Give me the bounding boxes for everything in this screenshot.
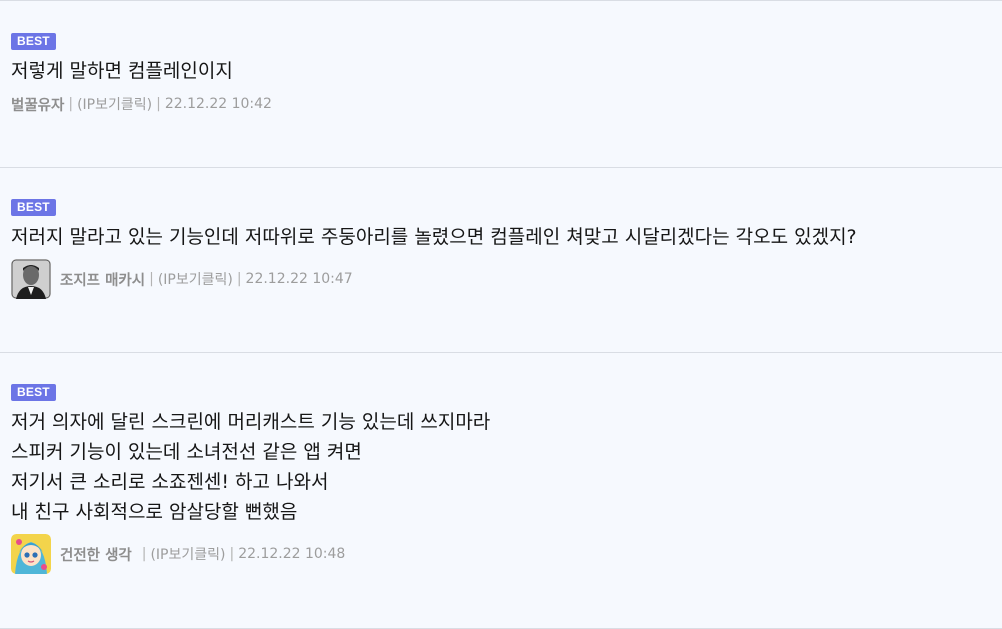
comment-item: BEST 저거 의자에 달린 스크린에 머리캐스트 기능 있는데 쓰지마라 스피… [0, 353, 1002, 629]
best-badge: BEST [11, 33, 56, 50]
author-nickname[interactable]: 벌꿀유자 [11, 94, 64, 115]
comment-meta: 건전한 생각 | (IP보기클릭) | 22.12.22 10:48 [11, 534, 1002, 574]
comment-date: 22.12.22 10:47 [245, 271, 353, 287]
separator: | [68, 96, 74, 112]
comment-item: BEST 저렇게 말하면 컴플레인이지 벌꿀유자 | (IP보기클릭) | 22… [0, 1, 1002, 168]
ip-view-link[interactable]: (IP보기클릭) [150, 544, 225, 564]
anime-avatar-icon[interactable] [11, 534, 51, 574]
author-nickname[interactable]: 조지프 매카시 [60, 269, 145, 290]
comment-text: 저렇게 말하면 컴플레인이지 [11, 60, 233, 82]
comment-date: 22.12.22 10:48 [238, 546, 346, 562]
best-badge: BEST [11, 384, 56, 401]
separator: | [229, 546, 235, 562]
comment-list: BEST 저렇게 말하면 컴플레인이지 벌꿀유자 | (IP보기클릭) | 22… [0, 0, 1002, 629]
comment-meta: 조지프 매카시 | (IP보기클릭) | 22.12.22 10:47 [11, 259, 1002, 299]
comment-meta: 벌꿀유자 | (IP보기클릭) | 22.12.22 10:42 [11, 92, 1002, 116]
separator: | [236, 271, 242, 287]
best-badge: BEST [11, 199, 56, 216]
separator: | [149, 271, 154, 287]
comment-date: 22.12.22 10:42 [164, 96, 272, 112]
comment-text: 저거 의자에 달린 스크린에 머리캐스트 기능 있는데 쓰지마라 스피커 기능이… [11, 411, 491, 523]
separator: | [156, 96, 161, 112]
author-nickname[interactable]: 건전한 생각 [60, 544, 132, 565]
portrait-avatar-icon[interactable] [11, 259, 51, 299]
comment-text: 저러지 말라고 있는 기능인데 저따위로 주둥아리를 놀렸으면 컴플레인 쳐맞고… [11, 226, 857, 248]
separator: | [141, 546, 147, 562]
comment-item: BEST 저러지 말라고 있는 기능인데 저따위로 주둥아리를 놀렸으면 컴플레… [0, 168, 1002, 353]
ip-view-link[interactable]: (IP보기클릭) [158, 269, 233, 289]
ip-view-link[interactable]: (IP보기클릭) [77, 94, 152, 114]
